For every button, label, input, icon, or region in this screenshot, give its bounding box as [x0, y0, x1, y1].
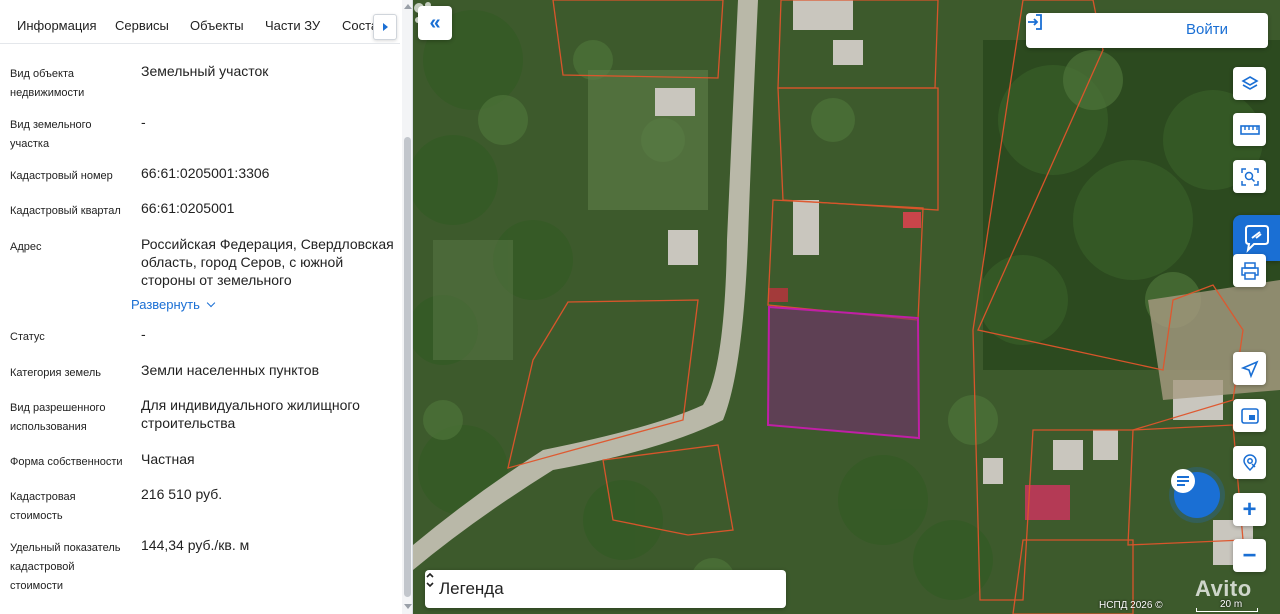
map-view-icon	[1240, 407, 1259, 424]
field-value: -	[141, 114, 146, 130]
map-attribution: НСПД 2026 ©	[1099, 600, 1163, 611]
panel-scrollbar[interactable]	[402, 0, 412, 614]
field-label: Форма собственности	[10, 456, 123, 468]
login-button[interactable]: Войти	[1026, 13, 1268, 48]
chevron-right-icon	[382, 23, 388, 31]
field-label: Кадастровая стоимость	[10, 491, 76, 522]
field-label: Категория земель	[10, 367, 101, 379]
chevron-down-icon	[206, 298, 216, 308]
field-label: Вид объекта недвижимости	[10, 68, 85, 99]
zoom-out-icon: −	[1242, 541, 1257, 569]
ruler-icon	[1239, 124, 1260, 135]
field-value: -	[141, 326, 146, 342]
field-label: Вид земельного участка	[10, 119, 92, 150]
ruler-button[interactable]	[1233, 113, 1266, 146]
field-value: Земли населенных пунктов	[141, 362, 320, 378]
field-label: Вид разрешенного использования	[10, 402, 106, 433]
field-label: Адрес	[10, 241, 42, 253]
scroll-down-arrow-icon[interactable]	[404, 604, 412, 609]
geo-search-icon	[1242, 453, 1257, 471]
scrollbar-thumb[interactable]	[404, 137, 411, 597]
legend-dropdown[interactable]: Легенда	[425, 570, 786, 608]
chat-bubble-icon	[1171, 469, 1195, 493]
field-value: Частная	[141, 451, 195, 467]
field-value[interactable]: 66:61:0205001	[141, 199, 396, 217]
chat-widget-icon	[1244, 225, 1269, 253]
locate-button[interactable]	[1233, 352, 1266, 385]
login-icon	[1028, 14, 1042, 30]
zoom-in-button[interactable]: +	[1233, 493, 1266, 526]
field-label: Кадастровый квартал	[10, 205, 121, 217]
field-value[interactable]: 66:61:0205001:3306	[141, 164, 396, 182]
print-icon	[1240, 261, 1259, 280]
field-label: Удельный показатель кадастровой стоимост…	[10, 542, 121, 592]
tab-information[interactable]: Информация	[17, 18, 97, 33]
info-panel: Информация Сервисы Объекты Части ЗУ Сост…	[0, 0, 413, 614]
locate-icon	[1240, 359, 1259, 378]
layers-icon	[1240, 75, 1259, 90]
map-view[interactable]: « Войти + − Легенда Avito НСПД 2026 © 20…	[413, 0, 1280, 614]
search-area-icon	[1240, 167, 1259, 186]
field-value: 144,34 руб./кв. м	[141, 537, 250, 553]
scroll-up-arrow-icon[interactable]	[404, 4, 412, 9]
map-view-button[interactable]	[1233, 399, 1266, 432]
field-value: Российская Федерация, Свердловская облас…	[141, 236, 394, 288]
field-value: 216 510 руб.	[141, 486, 223, 502]
chat-button[interactable]	[1169, 467, 1225, 523]
expand-address-link[interactable]: Развернуть	[131, 297, 216, 312]
tab-land-parts[interactable]: Части ЗУ	[265, 18, 320, 33]
tab-objects[interactable]: Объекты	[190, 18, 244, 33]
scale-bar	[1196, 608, 1258, 612]
satellite-imagery	[413, 0, 1280, 614]
geo-search-button[interactable]	[1233, 446, 1266, 479]
print-button[interactable]	[1233, 254, 1266, 287]
tabs-scroll-right-button[interactable]	[373, 14, 397, 40]
avito-logo-icon	[414, 2, 431, 23]
tab-bar: Информация Сервисы Объекты Части ЗУ Сост…	[0, 0, 400, 44]
field-value: Для индивидуального жилищного строительс…	[141, 397, 360, 431]
layers-button[interactable]	[1233, 67, 1266, 100]
zoom-in-icon: +	[1242, 495, 1257, 523]
chevron-updown-icon	[426, 572, 434, 588]
tab-services[interactable]: Сервисы	[115, 18, 169, 33]
search-area-button[interactable]	[1233, 160, 1266, 193]
field-label: Статус	[10, 331, 45, 343]
field-value: Земельный участок	[141, 63, 269, 79]
zoom-out-button[interactable]: −	[1233, 539, 1266, 572]
field-label: Кадастровый номер	[10, 170, 113, 182]
